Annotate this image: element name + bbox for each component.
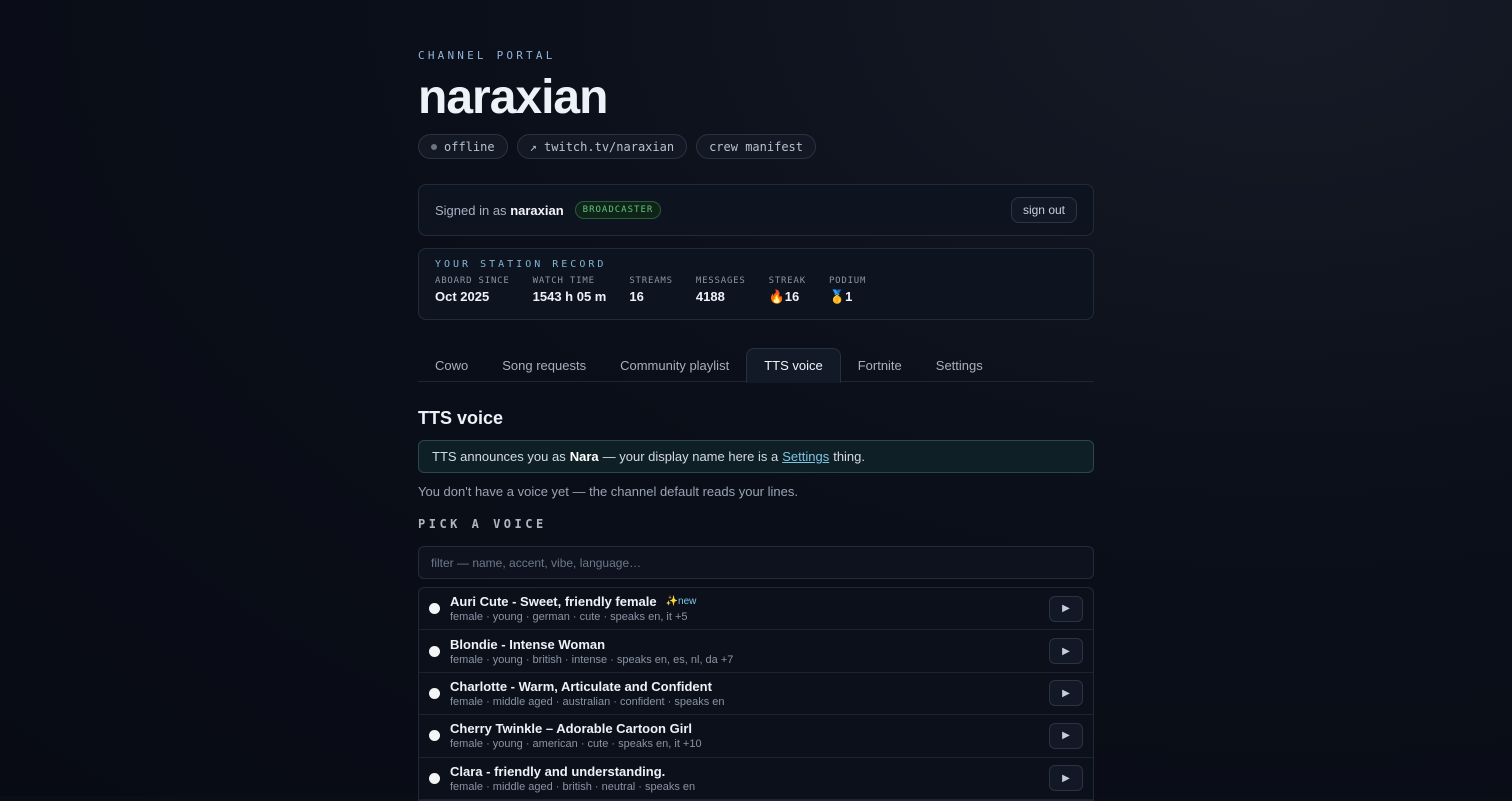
new-tag: ✨new	[665, 596, 697, 608]
list-item[interactable]: Auri Cute - Sweet, friendly female ✨new …	[419, 588, 1093, 631]
voice-meta: female · young · british · intense · spe…	[450, 653, 734, 666]
tab-bar: Cowo Song requests Community playlist TT…	[418, 348, 1094, 383]
play-button[interactable]: ▶	[1049, 680, 1083, 707]
eyebrow-label: CHANNEL PORTAL	[418, 49, 556, 62]
info-mid: — your display name here is a	[602, 449, 779, 464]
voice-meta: female · young · german · cute · speaks …	[450, 611, 688, 624]
stat-label: STREAK	[768, 276, 806, 286]
play-button[interactable]: ▶	[1049, 722, 1083, 749]
stat-aboard-since: ABOARD SINCE Oct 2025	[435, 276, 510, 305]
voice-list: Auri Cute - Sweet, friendly female ✨new …	[418, 587, 1094, 801]
status-text: offline	[444, 139, 495, 154]
voice-text: Charlotte - Warm, Articulate and Confide…	[450, 679, 725, 708]
tab-community-playlist[interactable]: Community playlist	[603, 348, 746, 382]
voice-radio[interactable]	[429, 603, 440, 615]
list-item[interactable]: Clara - friendly and understanding. fema…	[419, 758, 1093, 800]
play-icon: ▶	[1062, 603, 1070, 615]
stat-value: 4188	[695, 289, 725, 304]
play-button[interactable]: ▶	[1049, 595, 1083, 622]
play-icon: ▶	[1062, 772, 1070, 784]
signin-card: Signed in as naraxian BROADCASTER sign o…	[418, 184, 1094, 236]
sign-out-button[interactable]: sign out	[1010, 197, 1077, 223]
stat-value: 16	[629, 289, 644, 304]
list-item[interactable]: Charlotte - Warm, Articulate and Confide…	[419, 673, 1093, 716]
voice-name: Charlotte - Warm, Articulate and Confide…	[450, 678, 712, 694]
voice-radio[interactable]	[429, 772, 440, 784]
voice-name-line: Auri Cute - Sweet, friendly female ✨new	[450, 594, 696, 609]
voice-name: Auri Cute - Sweet, friendly female	[450, 594, 657, 610]
stat-streak: STREAK 🔥16	[769, 276, 806, 305]
status-dot-icon	[431, 143, 437, 150]
voice-name-line: Cherry Twinkle – Adorable Cartoon Girl	[450, 721, 702, 736]
record-stats: ABOARD SINCE Oct 2025 WATCH TIME 1543 h …	[435, 276, 1077, 305]
crew-manifest-link[interactable]: crew manifest	[696, 134, 816, 159]
stat-streams: STREAMS 16	[629, 276, 673, 305]
no-voice-hint: You don't have a voice yet — the channel…	[418, 484, 798, 499]
voice-name-line: Charlotte - Warm, Articulate and Confide…	[450, 679, 725, 694]
voice-name: Clara - friendly and understanding.	[450, 763, 666, 779]
play-button[interactable]: ▶	[1049, 765, 1083, 792]
record-heading: YOUR STATION RECORD	[435, 259, 607, 270]
tab-cowo[interactable]: Cowo	[418, 348, 485, 382]
tab-song-requests[interactable]: Song requests	[485, 348, 603, 382]
voice-text: Cherry Twinkle – Adorable Cartoon Girl f…	[450, 721, 702, 750]
voice-text: Clara - friendly and understanding. fema…	[450, 764, 695, 793]
twitch-link[interactable]: ↗ twitch.tv/naraxian	[516, 134, 688, 159]
play-button[interactable]: ▶	[1049, 638, 1083, 665]
stat-value: 1543 h 05 m	[532, 289, 607, 304]
voice-text: Blondie - Intense Woman female · young ·…	[450, 637, 733, 666]
signin-text: Signed in as naraxian	[435, 203, 564, 218]
stat-label: MESSAGES	[695, 276, 746, 286]
pick-voice-heading: PICK A VOICE	[418, 517, 547, 531]
list-item[interactable]: Blondie - Intense Woman female · young ·…	[419, 630, 1093, 673]
voice-text: Auri Cute - Sweet, friendly female ✨new …	[450, 594, 696, 623]
voice-name: Blondie - Intense Woman	[450, 636, 606, 652]
info-display-name: Nara	[569, 449, 599, 464]
play-icon: ▶	[1062, 730, 1070, 742]
stat-podium: PODIUM 🥇1	[829, 276, 866, 305]
voice-filter-input[interactable]	[418, 546, 1094, 579]
signin-prefix: Signed in as	[435, 202, 507, 218]
role-badge: BROADCASTER	[574, 201, 662, 219]
stat-value: 🔥16	[768, 289, 800, 304]
info-suffix: thing.	[833, 449, 866, 464]
header-pills: offline ↗ twitch.tv/naraxian crew manife…	[418, 134, 816, 159]
tab-tts-voice[interactable]: TTS voice	[746, 348, 841, 383]
settings-link[interactable]: Settings	[782, 449, 829, 464]
list-item[interactable]: Cherry Twinkle – Adorable Cartoon Girl f…	[419, 715, 1093, 758]
tts-info-banner: TTS announces you as Nara — your display…	[418, 440, 1094, 473]
voice-name-line: Clara - friendly and understanding.	[450, 764, 695, 779]
section-title: TTS voice	[418, 408, 504, 428]
tab-settings[interactable]: Settings	[919, 348, 1000, 382]
status-pill: offline	[418, 134, 508, 159]
stat-value: 🥇1	[828, 289, 853, 304]
stat-value: Oct 2025	[435, 289, 490, 304]
stat-watch-time: WATCH TIME 1543 h 05 m	[533, 276, 607, 305]
station-record-card: YOUR STATION RECORD ABOARD SINCE Oct 202…	[418, 248, 1094, 320]
play-icon: ▶	[1062, 645, 1070, 657]
voice-meta: female · young · american · cute · speak…	[450, 738, 702, 751]
stat-label: STREAMS	[629, 276, 673, 286]
stat-label: PODIUM	[828, 276, 867, 286]
stat-label: WATCH TIME	[532, 276, 595, 286]
page-title: naraxian	[418, 71, 608, 124]
voice-radio[interactable]	[429, 730, 440, 742]
voice-name-line: Blondie - Intense Woman	[450, 637, 733, 652]
play-icon: ▶	[1062, 687, 1070, 699]
info-prefix: TTS announces you as	[432, 449, 566, 464]
voice-meta: female · middle aged · australian · conf…	[450, 695, 725, 708]
stat-label: ABOARD SINCE	[435, 276, 510, 286]
stat-messages: MESSAGES 4188	[696, 276, 746, 305]
voice-radio[interactable]	[429, 687, 440, 699]
voice-radio[interactable]	[429, 645, 440, 657]
voice-name: Cherry Twinkle – Adorable Cartoon Girl	[450, 721, 692, 737]
tab-fortnite[interactable]: Fortnite	[841, 348, 919, 382]
signin-user: naraxian	[510, 202, 564, 218]
voice-meta: female · middle aged · british · neutral…	[450, 780, 696, 793]
